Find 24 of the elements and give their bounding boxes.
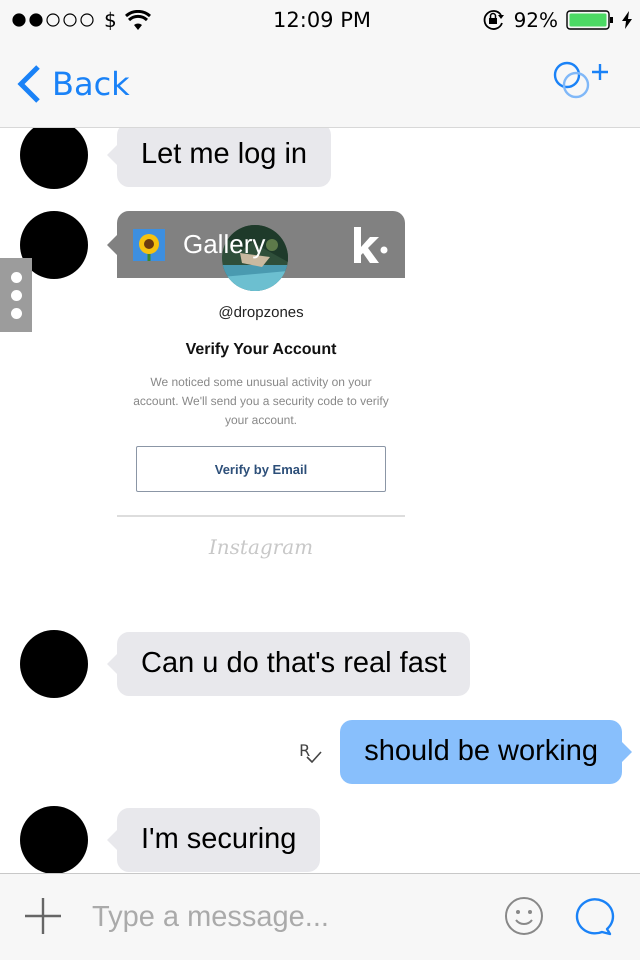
card-body: We noticed some unusual activity on your account. We'll send you a security code to verify your account.: [132, 374, 390, 429]
chevron-left-icon: [16, 64, 42, 104]
read-receipt: R: [299, 740, 322, 763]
charging-icon: [622, 11, 632, 29]
carrier-label: $: [104, 8, 117, 32]
verify-button[interactable]: Verify by Email: [136, 446, 386, 492]
message-bubble: I'm securing: [117, 808, 320, 872]
battery-percent: 92%: [514, 8, 558, 32]
back-button[interactable]: Back: [16, 64, 130, 104]
signal-icon: [12, 13, 96, 27]
username: @dropzones: [218, 304, 304, 321]
k-logo-icon: [351, 226, 389, 262]
wifi-icon: [124, 10, 151, 30]
side-menu-handle[interactable]: [0, 258, 32, 332]
battery-icon: [566, 10, 614, 30]
message-bubble: Can u do that's real fast: [117, 632, 470, 696]
message-bubble: should be working: [340, 720, 622, 784]
message-bubble: Let me log in: [117, 128, 332, 187]
card-title: Verify Your Account: [186, 341, 336, 359]
bubble-tail: [622, 742, 632, 762]
status-time: 12:09 PM: [273, 8, 371, 32]
sunflower-icon: [133, 228, 165, 260]
gallery-label: Gallery: [183, 229, 266, 260]
rotation-lock-icon: [482, 9, 506, 31]
